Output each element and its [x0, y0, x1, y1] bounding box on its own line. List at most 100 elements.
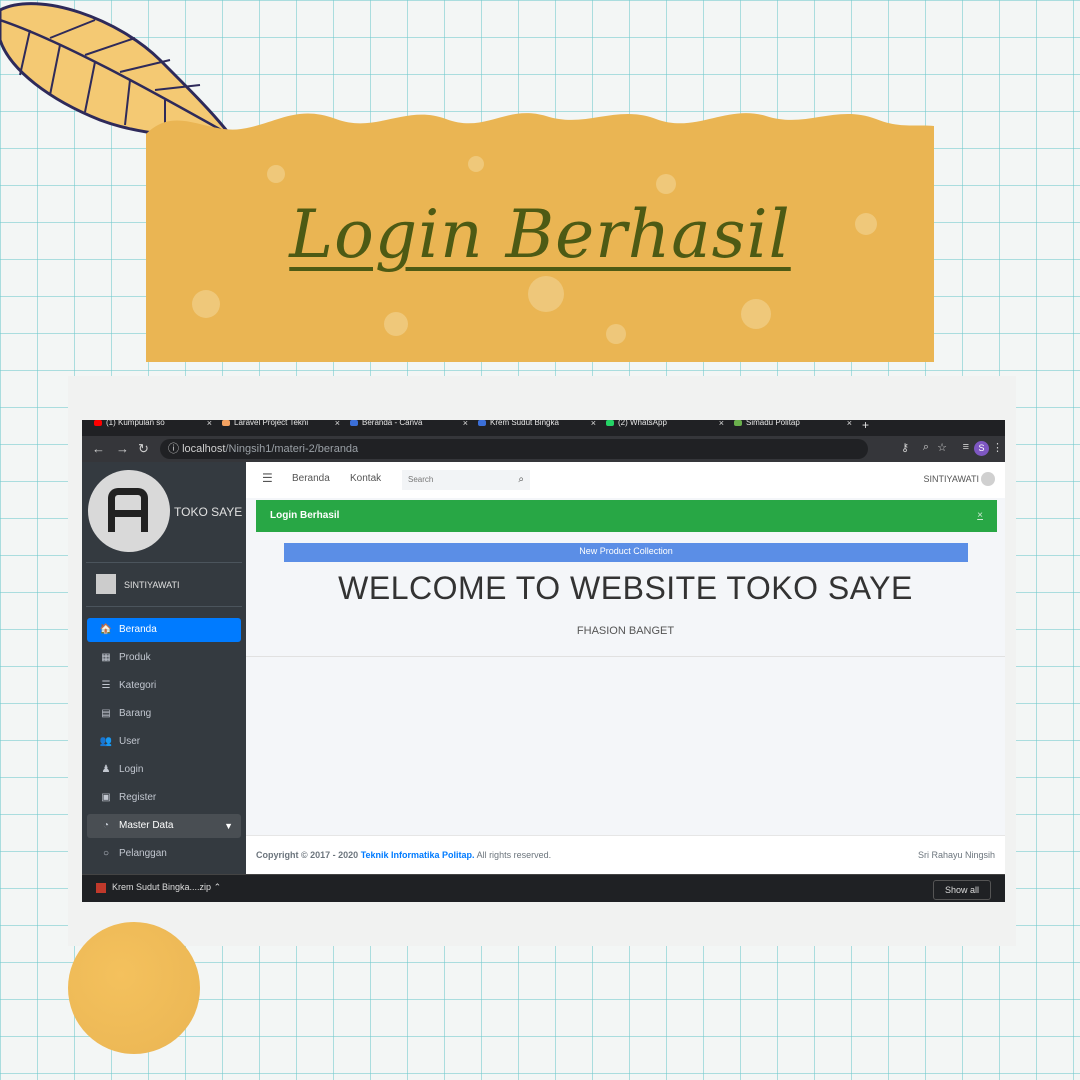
tab-favicon-icon: [222, 420, 230, 426]
hamburger-icon[interactable]: ☰: [262, 471, 273, 485]
sidebar-item-register[interactable]: ▣ Register: [87, 786, 241, 810]
search-input[interactable]: Search ⌕: [402, 470, 530, 490]
sidebar-item-label: Master Data: [119, 820, 174, 831]
alert-message: Login Berhasil: [270, 510, 340, 521]
sidebar-item-user[interactable]: 👥 User: [87, 730, 241, 754]
browser-tab[interactable]: Simadu Politap ×: [734, 420, 852, 436]
navbar-user-name[interactable]: SINTIYAWATI: [924, 474, 980, 484]
tab-label: Beranda - Canva: [362, 420, 423, 427]
sidebar-item-label: Kategori: [119, 680, 157, 691]
sidebar-item-label: Produk: [119, 652, 151, 663]
tab-close-icon[interactable]: ×: [335, 420, 340, 428]
url-host: localhost: [182, 443, 226, 455]
home-icon: 🏠: [99, 624, 113, 635]
decorative-circle: [68, 922, 200, 1054]
circle-icon: ○: [102, 848, 110, 859]
url-path: /Ningsih1/materi-2/beranda: [225, 443, 359, 455]
sidebar-item-label: Login: [119, 764, 144, 775]
users-icon: 👥: [99, 736, 113, 747]
tab-strip: (1) Kumpulan so × Laravel Project Tekni × Be…: [82, 420, 1005, 436]
tab-close-icon[interactable]: ×: [463, 420, 468, 428]
brand-name[interactable]: TOKO SAYE: [174, 505, 242, 519]
user-tie-icon: ♟: [101, 764, 111, 775]
sidebar-item-label: User: [119, 736, 141, 747]
sidebar-item-label: Beranda: [119, 624, 157, 635]
search-placeholder: Search: [408, 475, 434, 484]
tab-favicon-icon: [350, 420, 358, 426]
address-toolbar: ← → ↻ ⓘ localhost/Ningsih1/materi-2/bera…: [82, 436, 1005, 462]
top-navbar: ☰ Beranda Kontak Search ⌕ SINTIYAWATI: [246, 462, 1005, 499]
archive-icon: ▤: [101, 708, 111, 719]
browser-tab[interactable]: Beranda - Canva ×: [350, 420, 468, 436]
profile-avatar[interactable]: S: [974, 441, 989, 456]
promo-banner: New Product Collection: [284, 543, 968, 562]
sidebar-item-produk[interactable]: ▦ Produk: [87, 646, 241, 670]
tab-favicon-icon: [94, 420, 102, 426]
browser-tab[interactable]: (1) Kumpulan so ×: [94, 420, 212, 436]
show-all-button[interactable]: Show all: [933, 880, 991, 900]
key-icon[interactable]: ⚷: [901, 441, 909, 454]
footer-org-link[interactable]: Teknik Informatika Politap.: [361, 850, 475, 860]
sidebar-menu: 🏠 Beranda ▦ Produk ☰ Kategori ▤ Barang 👥 User ♟ Log…: [87, 618, 241, 870]
banner-title: Login Berhasil: [289, 196, 791, 273]
sidebar-item-label: Pelanggan: [119, 848, 167, 859]
sidebar-item-pelanggan[interactable]: ○ Pelanggan: [87, 842, 241, 866]
tab-label: Krem Sudut Bingka: [490, 420, 559, 427]
user-avatar: [96, 574, 116, 594]
tab-favicon-icon: [734, 420, 742, 426]
url-input[interactable]: ⓘ localhost/Ningsih1/materi-2/beranda: [160, 439, 868, 459]
welcome-heading: WELCOME TO WEBSITE TOKO SAYE: [338, 570, 913, 606]
new-tab-icon[interactable]: +: [862, 420, 878, 436]
tab-favicon-icon: [478, 420, 486, 426]
list-icon: ☰: [101, 680, 111, 691]
success-alert: Login Berhasil ×: [256, 500, 997, 532]
zoom-icon[interactable]: ⌕: [923, 441, 929, 454]
tab-close-icon[interactable]: ×: [719, 420, 724, 428]
chevron-up-icon[interactable]: ⌃: [214, 882, 222, 892]
forward-icon[interactable]: →: [116, 441, 129, 456]
browser-window: (1) Kumpulan so × Laravel Project Tekni × Be…: [82, 420, 1005, 902]
reload-icon[interactable]: ↻: [138, 441, 149, 457]
footer-copyright: Copyright © 2017 - 2020: [256, 850, 359, 860]
tab-close-icon[interactable]: ×: [207, 420, 212, 428]
sidebar-item-master-data[interactable]: ◔ Master Data ▼: [87, 814, 241, 838]
alert-close-button[interactable]: ×: [977, 500, 983, 532]
zip-file-icon: [96, 882, 106, 893]
search-icon[interactable]: ⌕: [518, 470, 524, 490]
download-item[interactable]: Krem Sudut Bingka....zip ⌃: [96, 882, 221, 893]
chevron-down-icon: ▼: [224, 821, 233, 831]
tab-label: Laravel Project Tekni: [234, 420, 309, 427]
nav-link-kontak[interactable]: Kontak: [350, 473, 381, 484]
sidebar-item-beranda[interactable]: 🏠 Beranda: [87, 618, 241, 642]
nav-link-beranda[interactable]: Beranda: [292, 473, 330, 484]
tab-favicon-icon: [606, 420, 614, 426]
footer-rights: All rights reserved.: [476, 850, 552, 860]
tab-close-icon[interactable]: ×: [847, 420, 852, 428]
dashboard-icon: ◔: [102, 820, 110, 831]
back-icon[interactable]: ←: [92, 441, 105, 456]
sidebar-item-kategori[interactable]: ☰ Kategori: [87, 674, 241, 698]
download-file-name: Krem Sudut Bingka....zip: [112, 882, 212, 892]
sidebar-item-barang[interactable]: ▤ Barang: [87, 702, 241, 726]
divider: [246, 656, 1005, 657]
browser-tab[interactable]: Laravel Project Tekni ×: [222, 420, 340, 436]
sidebar-item-label: Barang: [119, 708, 152, 719]
sidebar-user-name[interactable]: SINTIYAWATI: [124, 580, 180, 590]
playlist-icon[interactable]: ≡: [963, 441, 969, 453]
tab-close-icon[interactable]: ×: [591, 420, 596, 428]
sidebar-item-label: Register: [119, 792, 157, 803]
browser-tab[interactable]: (2) WhatsApp ×: [606, 420, 724, 436]
footer-author: Sri Rahayu Ningsih: [917, 850, 995, 860]
sidebar: TOKO SAYE SINTIYAWATI 🏠 Beranda ▦ Produk ☰ Ka…: [82, 462, 246, 874]
more-icon[interactable]: ⋮: [992, 441, 1003, 454]
star-icon[interactable]: ☆: [937, 441, 947, 454]
main-content: Login Berhasil × New Product Collection …: [246, 498, 1005, 835]
navbar-avatar[interactable]: [981, 472, 995, 486]
sidebar-item-login[interactable]: ♟ Login: [87, 758, 241, 782]
grid-icon: ▦: [101, 652, 111, 663]
page-footer: Copyright © 2017 - 2020 Teknik Informati…: [246, 835, 1005, 875]
browser-tab[interactable]: Krem Sudut Bingka ×: [478, 420, 596, 436]
download-bar: Krem Sudut Bingka....zip ⌃ Show all: [82, 874, 1005, 902]
tab-label: Simadu Politap: [746, 420, 800, 427]
tab-label: (2) WhatsApp: [618, 420, 667, 427]
